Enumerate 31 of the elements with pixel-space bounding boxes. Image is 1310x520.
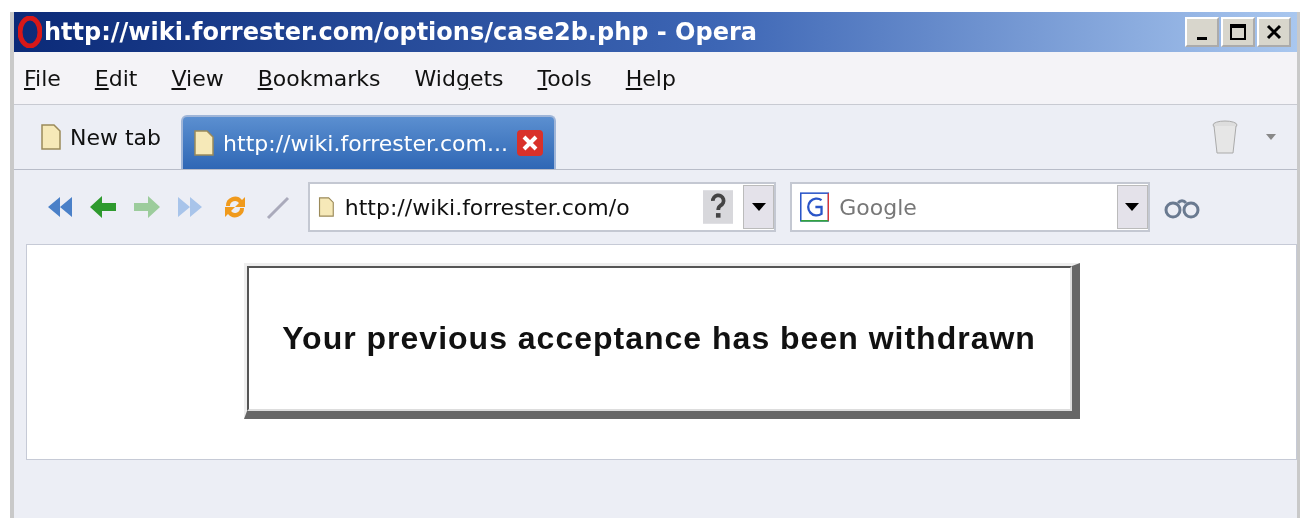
close-icon: [1265, 23, 1283, 41]
maximize-icon: [1229, 23, 1247, 41]
maximize-button[interactable]: [1221, 17, 1255, 47]
dropdown-button[interactable]: [743, 185, 774, 229]
close-button[interactable]: [1257, 17, 1291, 47]
page-icon: [193, 129, 216, 157]
menu-item[interactable]: Edit: [94, 65, 138, 91]
menu-item[interactable]: View: [171, 65, 224, 91]
menu-item[interactable]: Widgets: [414, 65, 504, 91]
caret-icon: [1125, 203, 1140, 211]
menu-item[interactable]: Help: [625, 65, 676, 91]
close-tab-icon[interactable]: [516, 129, 544, 157]
tab[interactable]: New tab: [30, 112, 172, 162]
window-title: http://wiki.forrester.com/options/case2b.php - Opera: [44, 18, 758, 46]
menu-item[interactable]: File: [24, 65, 61, 91]
menu-item[interactable]: Bookmarks: [257, 65, 381, 91]
address-field[interactable]: http://wiki.forrester.com/o: [308, 182, 776, 232]
search-input[interactable]: Google: [839, 194, 1107, 220]
back-arrow-icon[interactable]: [88, 194, 118, 220]
menu-item[interactable]: Tools: [537, 65, 592, 91]
dropdown-button[interactable]: [1116, 185, 1148, 229]
caret-icon[interactable]: [1265, 133, 1277, 141]
minimize-icon: [1197, 36, 1207, 40]
page-icon: [40, 123, 62, 151]
caret-icon: [751, 203, 766, 211]
minimize-button[interactable]: [1185, 17, 1219, 47]
search-field[interactable]: Google: [790, 182, 1150, 232]
tab[interactable]: http://wiki.forrester.com...: [181, 115, 556, 169]
message-text: Your previous acceptance has been withdrawn: [282, 320, 1036, 357]
opera-logo-icon: [18, 16, 42, 48]
address-input[interactable]: http://wiki.forrester.com/o: [344, 194, 693, 220]
